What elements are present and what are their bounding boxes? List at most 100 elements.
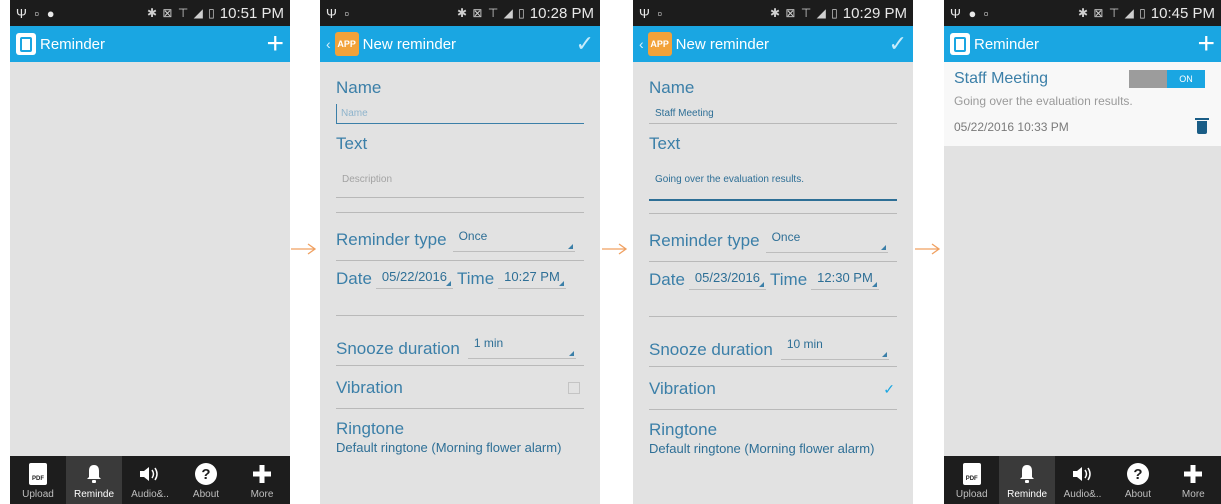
save-check-button[interactable]: ✓ — [889, 31, 907, 57]
text-input[interactable]: Going over the evaluation results. — [649, 170, 897, 201]
notepad-icon — [950, 33, 970, 55]
app-title: Reminder — [40, 35, 106, 53]
status-icons-left: Ψ ▫ — [326, 5, 352, 21]
time-picker[interactable]: 10:27 PM — [498, 269, 566, 289]
reminder-type-label: Reminder type — [336, 230, 447, 249]
status-icons-left: Ψ ▫ ● — [16, 5, 57, 21]
plus-icon — [1183, 461, 1203, 487]
status-bar: Ψ ▫ ✱ ⊠ ⊤ ◢ ▯ 10:29 PM — [633, 0, 913, 26]
tab-reminder-label: Reminde — [1007, 489, 1048, 500]
tab-about[interactable]: ? About — [1110, 456, 1165, 504]
date-label: Date — [336, 269, 372, 288]
divider — [336, 212, 584, 213]
reminder-title: Staff Meeting — [954, 70, 1048, 87]
status-icons-left: Ψ ▫ — [639, 5, 665, 21]
snooze-select[interactable]: 1 min — [467, 336, 576, 359]
status-icons-right: ✱ ⊠ ⊤ ◢ ▯ — [147, 6, 216, 20]
reminder-type-select[interactable]: Once — [765, 230, 888, 253]
tab-audio[interactable]: Audio&.. — [122, 456, 178, 504]
time-label: Time — [457, 269, 495, 288]
tab-more[interactable]: More — [1166, 456, 1221, 504]
reminder-type-row: Reminder type Once — [336, 229, 584, 252]
snooze-select[interactable]: 10 min — [780, 337, 889, 360]
date-picker[interactable]: 05/23/2016 — [688, 270, 766, 290]
app-bar: ‹ APP New reminder ✓ — [320, 26, 600, 62]
phone-screen-reminder-list: Ψ ● ▫ ✱ ⊠ ⊤ ◢ ▯ 10:45 PM Reminder + Staf… — [944, 0, 1221, 504]
ringtone-label: Ringtone — [649, 420, 718, 439]
app-title: New reminder — [675, 35, 770, 53]
tab-audio[interactable]: Audio&.. — [1055, 456, 1110, 504]
tab-upload[interactable]: PDF Upload — [10, 456, 66, 504]
tab-more-label: More — [1181, 489, 1205, 500]
reminder-footer-row: 05/22/2016 10:33 PM — [954, 117, 1213, 134]
tab-reminder[interactable]: Reminde — [999, 456, 1055, 504]
divider — [649, 213, 897, 214]
snooze-row: Snooze duration 1 min — [336, 336, 584, 359]
divider — [336, 365, 584, 366]
app-bar: Reminder + — [944, 26, 1221, 62]
phone-screen-reminder-empty: Ψ ▫ ● ✱ ⊠ ⊤ ◢ ▯ 10:51 PM Reminder + PDF … — [10, 0, 290, 504]
reminder-text: Going over the evaluation results. — [954, 94, 1133, 108]
reminder-toggle[interactable]: ON — [1129, 70, 1205, 88]
save-check-button[interactable]: ✓ — [576, 31, 594, 57]
vibration-checkbox-checked[interactable]: ✓ — [883, 381, 895, 398]
divider — [649, 409, 897, 410]
status-time: 10:29 PM — [842, 4, 907, 22]
bottom-tab-bar: PDF Upload Reminde Audio&.. ? About More — [944, 456, 1221, 504]
back-icon[interactable]: ‹ — [326, 36, 331, 52]
divider — [649, 316, 897, 317]
tab-reminder[interactable]: Reminde — [66, 456, 122, 504]
date-picker[interactable]: 05/22/2016 — [375, 269, 453, 289]
ringtone-value[interactable]: Default ringtone (Morning flower alarm) — [336, 440, 584, 455]
speaker-icon — [1071, 461, 1095, 487]
status-bar: Ψ ▫ ● ✱ ⊠ ⊤ ◢ ▯ 10:51 PM — [10, 0, 290, 26]
status-icons-right: ✱ ⊠ ⊤ ◢ ▯ — [457, 6, 526, 20]
phone-screen-new-reminder-empty: Ψ ▫ ✱ ⊠ ⊤ ◢ ▯ 10:28 PM ‹ APP New reminde… — [320, 0, 600, 504]
app-bar: ‹ APP New reminder ✓ — [633, 26, 913, 62]
ringtone-value[interactable]: Default ringtone (Morning flower alarm) — [649, 441, 897, 456]
reminder-type-select[interactable]: Once — [452, 229, 575, 252]
divider — [336, 408, 584, 409]
tab-about-label: About — [1124, 489, 1151, 500]
status-time: 10:45 PM — [1150, 4, 1215, 22]
tab-about[interactable]: ? About — [178, 456, 234, 504]
name-input[interactable]: Staff Meeting — [649, 104, 897, 124]
tab-more[interactable]: More — [234, 456, 290, 504]
flow-arrow-2 — [602, 243, 628, 255]
tab-audio-label: Audio&.. — [131, 489, 169, 500]
divider — [649, 261, 897, 262]
reminder-form: Name Name Text Description Reminder type… — [320, 62, 600, 455]
trash-icon[interactable] — [1195, 117, 1209, 134]
status-icons-left: Ψ ● ▫ — [950, 5, 991, 21]
reminder-type-label: Reminder type — [649, 231, 760, 250]
status-time: 10:28 PM — [529, 4, 594, 22]
back-icon[interactable]: ‹ — [639, 36, 644, 52]
add-reminder-button[interactable]: + — [1197, 29, 1215, 59]
vibration-checkbox[interactable] — [568, 382, 580, 394]
status-time: 10:51 PM — [219, 4, 284, 22]
status-bar: Ψ ● ▫ ✱ ⊠ ⊤ ◢ ▯ 10:45 PM — [944, 0, 1221, 26]
reminder-list-empty — [10, 62, 290, 456]
pdf-icon: PDF — [29, 463, 47, 485]
time-label: Time — [770, 270, 808, 289]
name-input[interactable]: Name — [336, 104, 584, 124]
date-time-row: Date 05/22/2016 Time 10:27 PM — [336, 269, 584, 289]
date-label: Date — [649, 270, 685, 289]
bell-icon — [86, 461, 102, 487]
tab-upload[interactable]: PDF Upload — [944, 456, 999, 504]
vibration-label: Vibration — [649, 379, 716, 398]
divider — [649, 366, 897, 367]
flow-arrow-3 — [915, 243, 941, 255]
status-icons-right: ✱ ⊠ ⊤ ◢ ▯ — [770, 6, 839, 20]
bottom-tab-bar: PDF Upload Reminde Audio&.. ? About More — [10, 456, 290, 504]
text-input[interactable]: Description — [336, 170, 584, 198]
tab-audio-label: Audio&.. — [1063, 489, 1102, 500]
toggle-on-label: ON — [1167, 70, 1205, 88]
tab-reminder-label: Reminde — [73, 489, 115, 500]
add-reminder-button[interactable]: + — [266, 29, 284, 59]
question-icon: ? — [1126, 463, 1149, 485]
reminder-list-item[interactable]: Staff Meeting ON Going over the evaluati… — [944, 62, 1221, 146]
pdf-icon: PDF — [962, 463, 981, 485]
tab-more-label: More — [250, 489, 274, 500]
time-picker[interactable]: 12:30 PM — [811, 270, 879, 290]
